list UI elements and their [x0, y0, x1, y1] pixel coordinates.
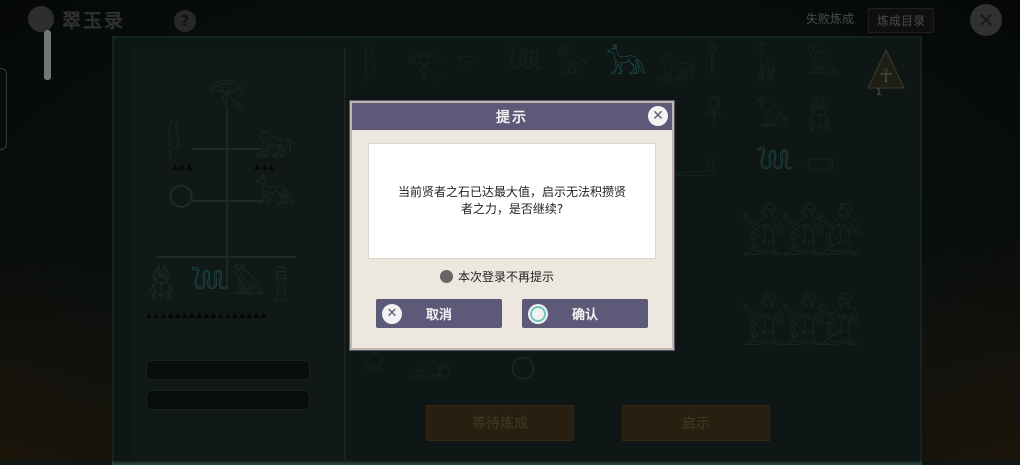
x-icon: ✕	[382, 303, 402, 324]
dialog-title: 提示	[496, 109, 528, 126]
radio-icon[interactable]	[440, 270, 453, 283]
ring-icon	[528, 303, 548, 324]
dialog-header: 提示 ✕	[352, 103, 672, 130]
confirm-button[interactable]: 确认	[522, 299, 648, 328]
dialog-close-button[interactable]: ✕	[648, 106, 668, 126]
prompt-dialog: 提示 ✕ 当前贤者之石已达最大值，启示无法积攒贤者之力，是否继续? 本次登录不再…	[350, 101, 674, 350]
cancel-label: 取消	[425, 308, 452, 323]
confirm-label: 确认	[571, 308, 598, 323]
close-icon: ✕	[652, 108, 664, 124]
dont-remind-option[interactable]: 本次登录不再提示	[440, 268, 554, 285]
dialog-message: 当前贤者之石已达最大值，启示无法积攒贤者之力，是否继续?	[397, 185, 626, 216]
dialog-message-box: 当前贤者之石已达最大值，启示无法积攒贤者之力，是否继续?	[368, 143, 656, 259]
cancel-button[interactable]: ✕ 取消	[376, 299, 502, 328]
dont-remind-label: 本次登录不再提示	[458, 270, 555, 284]
